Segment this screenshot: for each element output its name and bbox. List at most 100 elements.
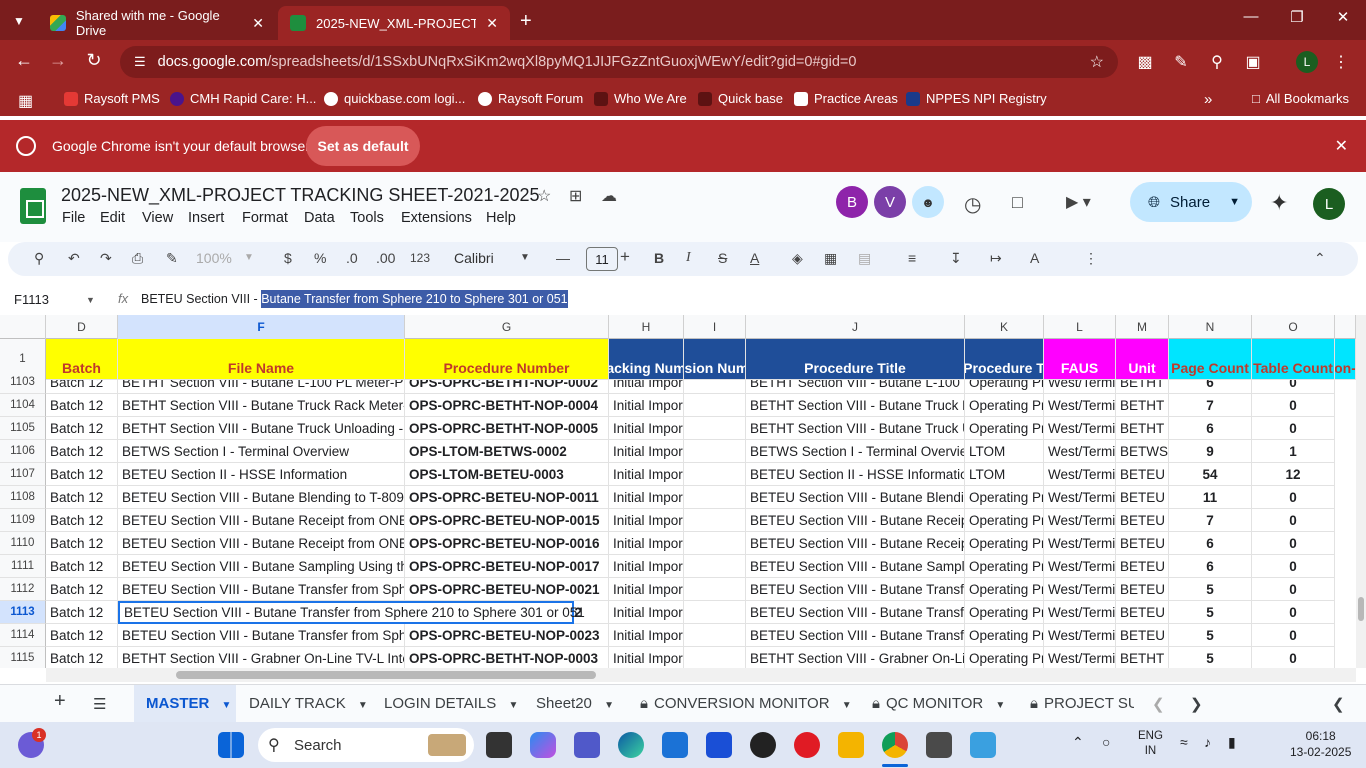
cell-col-f[interactable]: BETHT Section VIII - Butane Truck Unload… xyxy=(118,417,405,440)
cell-col-h[interactable]: Initial Impor xyxy=(609,647,684,668)
cell-col-m[interactable]: BETEU xyxy=(1116,624,1169,647)
active-cell-editor[interactable]: BETEU Section VIII - Butane Transfer fro… xyxy=(118,601,585,624)
cell-col-i[interactable] xyxy=(684,463,746,486)
horizontal-scrollbar[interactable] xyxy=(46,668,1356,682)
cell-col-d[interactable]: Batch 12 xyxy=(46,624,118,647)
restore-icon[interactable]: ❐ xyxy=(1274,8,1320,26)
currency-format-button[interactable]: $ xyxy=(284,250,292,266)
bookmark-quick-base[interactable]: Quick base xyxy=(698,91,783,106)
cell-col-i[interactable] xyxy=(684,624,746,647)
chevron-down-icon[interactable]: ▼ xyxy=(358,700,368,711)
fill-color-icon[interactable]: ◈ xyxy=(792,250,803,267)
paint-format-icon[interactable]: ✎ xyxy=(166,250,178,267)
cell-col-i[interactable] xyxy=(684,486,746,509)
cell-col-l[interactable]: West/Termi xyxy=(1044,555,1116,578)
header-cell[interactable]: Batch xyxy=(46,339,118,380)
chevron-down-icon[interactable]: ▼ xyxy=(244,252,254,263)
cell-col-d[interactable]: Batch 12 xyxy=(46,417,118,440)
header-cell[interactable]: Unit xyxy=(1116,339,1169,380)
header-cell[interactable]: Page Count xyxy=(1169,339,1252,380)
cell-col-j[interactable]: BETWS Section I - Terminal Overview xyxy=(746,440,965,463)
cell-col-d[interactable]: Batch 12 xyxy=(46,578,118,601)
bookmark-star-icon[interactable]: ☆ xyxy=(1090,52,1104,72)
cell-col-l[interactable]: West/Termi xyxy=(1044,624,1116,647)
row-header[interactable]: 1104 xyxy=(0,394,46,417)
cell-col-j[interactable]: BETEU Section VIII - Butane Blending xyxy=(746,486,965,509)
cell-col-j[interactable]: BETEU Section VIII - Butane Transfer xyxy=(746,624,965,647)
chevron-down-icon[interactable]: ▼ xyxy=(520,252,530,263)
cell-col-l[interactable]: West/Termi xyxy=(1044,463,1116,486)
minimize-icon[interactable]: — xyxy=(1228,8,1274,25)
scroll-thumb[interactable] xyxy=(176,671,596,679)
cell-col-g[interactable]: OPS-OPRC-BETEU-NOP-0021 xyxy=(405,578,609,601)
menu-format[interactable]: Format xyxy=(242,210,288,226)
borders-icon[interactable]: ▦ xyxy=(824,250,837,267)
clock[interactable]: 06:18 13-02-2025 xyxy=(1290,728,1351,760)
collaborator-avatar[interactable]: V xyxy=(874,186,906,218)
move-icon[interactable]: ⊞ xyxy=(569,186,582,206)
cell-col-m[interactable]: BETEU xyxy=(1116,578,1169,601)
column-header-k[interactable]: K xyxy=(965,315,1044,339)
back-arrow-icon[interactable]: ← xyxy=(12,50,36,71)
cell-col-f[interactable]: BETEU Section VIII - Butane Transfer fro… xyxy=(118,578,405,601)
cell-col-k[interactable]: Operating Pr xyxy=(965,624,1044,647)
menu-extensions[interactable]: Extensions xyxy=(401,210,472,226)
battery-icon[interactable]: ▮ xyxy=(1228,734,1236,751)
cell-col-m[interactable]: BETEU xyxy=(1116,601,1169,624)
cell-col-g[interactable]: OPS-OPRC-BETEU-NOP-0023 xyxy=(405,624,609,647)
cell-col-d[interactable]: Batch 12 xyxy=(46,532,118,555)
sheet-tab-master[interactable]: MASTER ▼ xyxy=(146,695,231,712)
cell-col-f[interactable]: BETEU Section VIII - Butane Receipt from… xyxy=(118,509,405,532)
cell-col-h[interactable]: Initial Impor xyxy=(609,601,684,624)
cell-col-l[interactable]: West/Termi xyxy=(1044,440,1116,463)
chevron-down-icon[interactable]: ▼ xyxy=(842,700,852,711)
star-icon[interactable]: ☆ xyxy=(537,186,551,206)
header-cell[interactable]: on- xyxy=(1335,339,1356,380)
tab-search-icon[interactable]: ▼ xyxy=(8,10,30,32)
cell-col-m[interactable]: BETEU xyxy=(1116,486,1169,509)
cell-col-n[interactable]: 6 xyxy=(1169,417,1252,440)
cell-col-g[interactable]: OPS-OPRC-BETEU-NOP-0017 xyxy=(405,555,609,578)
column-header-h[interactable]: H xyxy=(609,315,684,339)
cell-col-n[interactable]: 5 xyxy=(1169,578,1252,601)
comment-icon[interactable]: □ xyxy=(1012,192,1023,213)
tray-app-icon[interactable]: ○ xyxy=(1102,734,1110,750)
cell-col-h[interactable]: Initial Impor xyxy=(609,394,684,417)
cell-col-k[interactable]: Operating Pr xyxy=(965,486,1044,509)
cell-col-m[interactable]: BETHT xyxy=(1116,417,1169,440)
cell-col-o[interactable]: 0 xyxy=(1252,532,1335,555)
close-icon[interactable]: ✕ xyxy=(1335,136,1348,156)
menu-view[interactable]: View xyxy=(142,210,173,226)
chevron-down-icon[interactable]: ▼ xyxy=(86,295,95,305)
cell-col-l[interactable]: West/Termi xyxy=(1044,394,1116,417)
reload-icon[interactable]: ↻ xyxy=(82,50,106,71)
cell-col-l[interactable]: West/Termi xyxy=(1044,601,1116,624)
row-header[interactable]: 1107 xyxy=(0,463,46,486)
cell-col-i[interactable] xyxy=(684,532,746,555)
cell-col-j[interactable]: BETEU Section VIII - Butane Samplin xyxy=(746,555,965,578)
row-header[interactable]: 1103 xyxy=(0,371,46,394)
cell-col-o[interactable]: 0 xyxy=(1252,578,1335,601)
cell-col-f[interactable]: BETHT Section VIII - Butane Truck Rack M… xyxy=(118,394,405,417)
taskbar-search[interactable]: ⚲ Search xyxy=(258,728,474,762)
search-icon[interactable]: ⚲ xyxy=(34,250,44,267)
spreadsheet-grid[interactable]: DFGHIJKLMNO 1 Batch File Name Procedure Num… xyxy=(0,315,1356,668)
cell-col-m[interactable]: BETHT xyxy=(1116,394,1169,417)
cell-col-h[interactable]: Initial Impor xyxy=(609,578,684,601)
cell-col-k[interactable]: LTOM xyxy=(965,463,1044,486)
menu-edit[interactable]: Edit xyxy=(100,210,125,226)
cell-col-k[interactable]: Operating Pr xyxy=(965,509,1044,532)
font-size-input[interactable]: 11 xyxy=(586,247,618,271)
cell-col-d[interactable]: Batch 12 xyxy=(46,440,118,463)
vertical-scrollbar[interactable] xyxy=(1356,315,1366,668)
bookmark-nppes[interactable]: NPPES NPI Registry xyxy=(906,91,1047,106)
bookmark-practice-areas[interactable]: Practice Areas xyxy=(794,91,898,106)
close-icon[interactable]: ✕ xyxy=(252,15,264,32)
menu-tools[interactable]: Tools xyxy=(350,210,384,226)
profile-avatar[interactable]: L xyxy=(1296,51,1318,73)
cell-col-i[interactable] xyxy=(684,601,746,624)
column-header-n[interactable]: N xyxy=(1169,315,1252,339)
menu-insert[interactable]: Insert xyxy=(188,210,224,226)
cell-col-o[interactable]: 12 xyxy=(1252,463,1335,486)
share-button[interactable]: 🌐︎ Share ▼ xyxy=(1130,182,1252,222)
